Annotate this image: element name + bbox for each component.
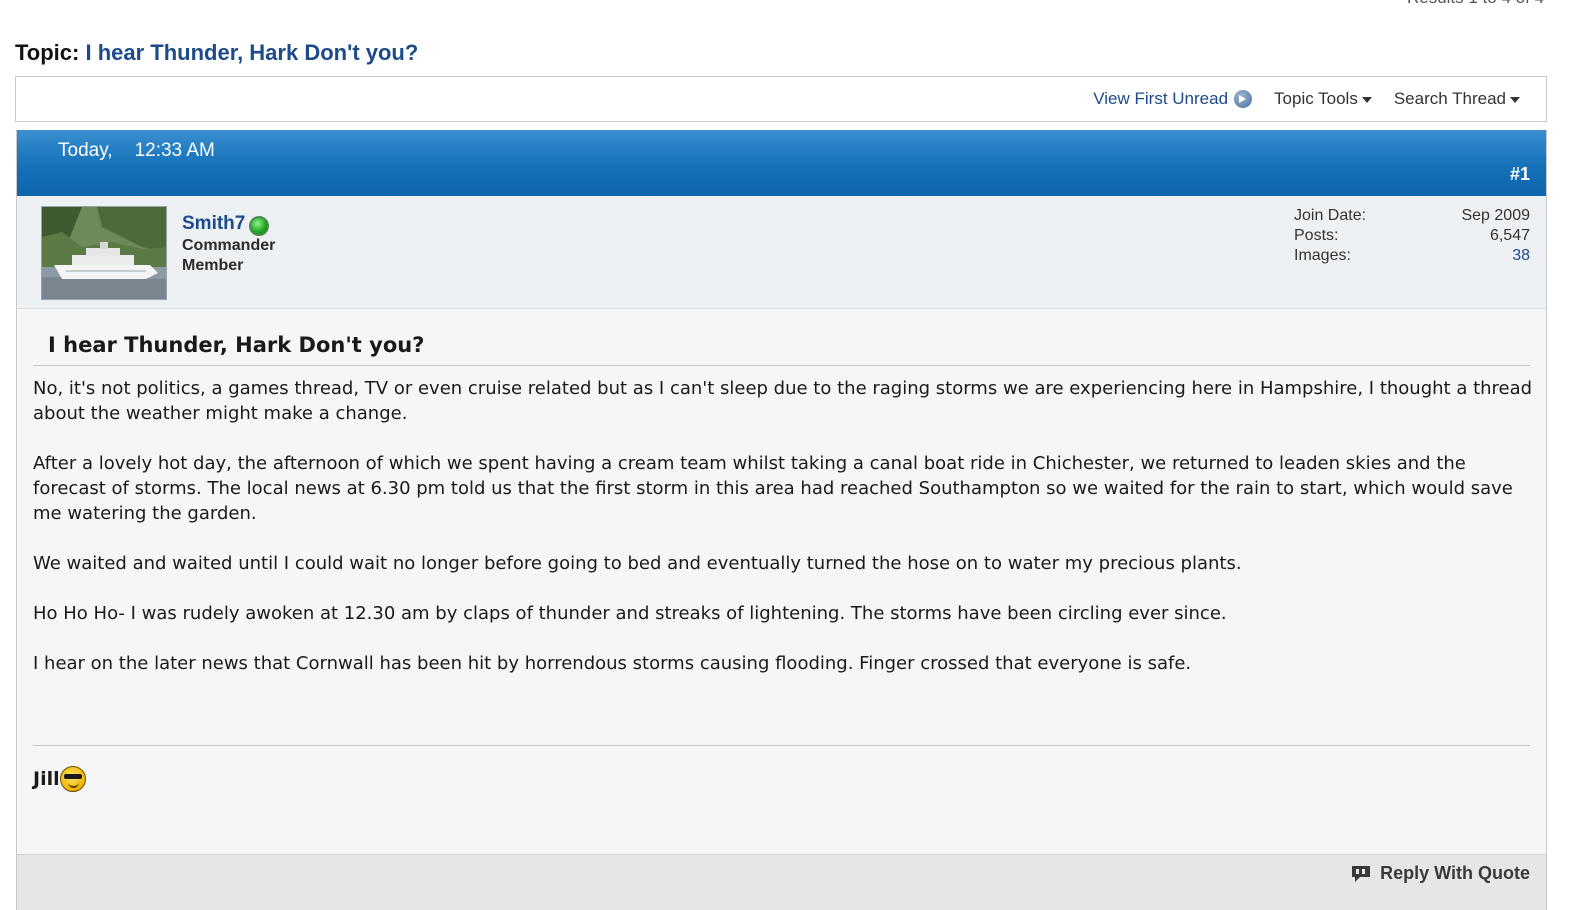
signature-divider xyxy=(33,745,1530,746)
thread-toolbar: View First Unread Topic Tools Search Thr… xyxy=(15,76,1547,122)
post-date-time: 12:33 AM xyxy=(134,140,215,161)
user-title-line2: Member xyxy=(182,257,244,274)
view-first-unread-label: View First Unread xyxy=(1093,89,1229,108)
caret-down-icon xyxy=(1361,97,1372,103)
reply-with-quote-button[interactable]: Reply With Quote xyxy=(1350,863,1530,884)
topic-tools-label: Topic Tools xyxy=(1274,89,1358,108)
search-thread-menu[interactable]: Search Thread xyxy=(1394,89,1520,109)
post-title: I hear Thunder, Hark Don't you? xyxy=(33,309,1530,366)
cool-smiley-icon xyxy=(59,766,86,792)
signature-text: Jill xyxy=(33,768,60,790)
results-count: Results 1 to 4 of 4 xyxy=(1407,0,1544,8)
images-count-link[interactable]: 38 xyxy=(1512,246,1530,266)
topic-title-link[interactable]: I hear Thunder, Hark Don't you? xyxy=(85,40,418,65)
post-paragraph: Ho Ho Ho- I was rudely awoken at 12.30 a… xyxy=(33,603,1227,624)
stat-value: Sep 2009 xyxy=(1461,207,1530,224)
user-info-panel: Smith7 Commander Member Join Date: Sep 2… xyxy=(17,196,1546,309)
post-paragraph: I hear on the later news that Cornwall h… xyxy=(33,653,1192,674)
post-number-link[interactable]: #1 xyxy=(1510,164,1530,185)
post-body: I hear Thunder, Hark Don't you? No, it's… xyxy=(17,309,1546,676)
post-paragraph: We waited and waited until I could wait … xyxy=(33,553,1242,574)
post-date: Today, 12:33 AM xyxy=(58,140,215,162)
stat-row-posts: Posts: 6,547 xyxy=(1294,226,1530,246)
username-link[interactable]: Smith7 xyxy=(182,212,275,236)
user-identity: Smith7 Commander Member xyxy=(182,212,275,276)
post-container: Today, 12:33 AM #1 Smith7 Commander Memb… xyxy=(16,130,1547,910)
stat-label: Join Date: xyxy=(1294,207,1367,224)
reply-with-quote-label: Reply With Quote xyxy=(1380,863,1530,883)
username-text: Smith7 xyxy=(182,213,246,234)
stat-row-images: Images: 38 xyxy=(1294,246,1530,266)
topic-tools-menu[interactable]: Topic Tools xyxy=(1274,89,1372,109)
caret-down-icon xyxy=(1510,97,1520,103)
post-footer: Reply With Quote xyxy=(17,854,1546,910)
user-stats: Join Date: Sep 2009 Posts: 6,547 Images:… xyxy=(1294,206,1530,266)
stat-value: 6,547 xyxy=(1489,227,1530,244)
cruise-ship-avatar-image xyxy=(42,207,166,299)
stat-label: Posts: xyxy=(1294,227,1339,244)
user-title-line1: Commander xyxy=(182,237,276,254)
post-header: Today, 12:33 AM #1 xyxy=(17,130,1546,196)
search-thread-label: Search Thread xyxy=(1393,89,1506,108)
quote-bubble-icon xyxy=(1352,865,1371,882)
post-message: No, it's not politics, a games thread, T… xyxy=(33,366,1533,676)
post-date-day: Today, xyxy=(58,140,113,161)
post-paragraph: After a lovely hot day, the afternoon of… xyxy=(33,453,1513,524)
stat-row-join-date: Join Date: Sep 2009 xyxy=(1294,206,1530,226)
play-circle-icon xyxy=(1234,90,1253,108)
avatar[interactable] xyxy=(41,206,167,300)
online-status-icon xyxy=(249,216,270,236)
topic-heading: Topic: I hear Thunder, Hark Don't you? xyxy=(15,40,418,66)
post-paragraph: No, it's not politics, a games thread, T… xyxy=(33,378,1533,424)
view-first-unread-link[interactable]: View First Unread xyxy=(1093,89,1253,109)
topic-prefix: Topic: xyxy=(15,40,80,65)
stat-label: Images: xyxy=(1294,247,1351,264)
signature: Jill xyxy=(33,766,86,792)
